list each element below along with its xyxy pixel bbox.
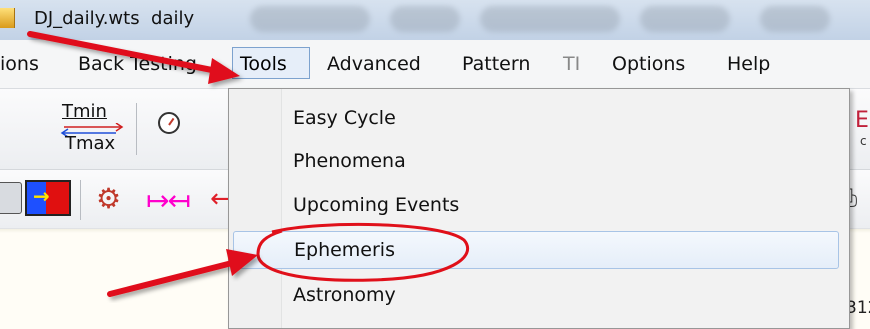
arrow-to-tools-icon	[27, 31, 240, 84]
arrow-to-ephemeris-icon	[107, 249, 258, 297]
annotation-arrows	[27, 31, 258, 297]
